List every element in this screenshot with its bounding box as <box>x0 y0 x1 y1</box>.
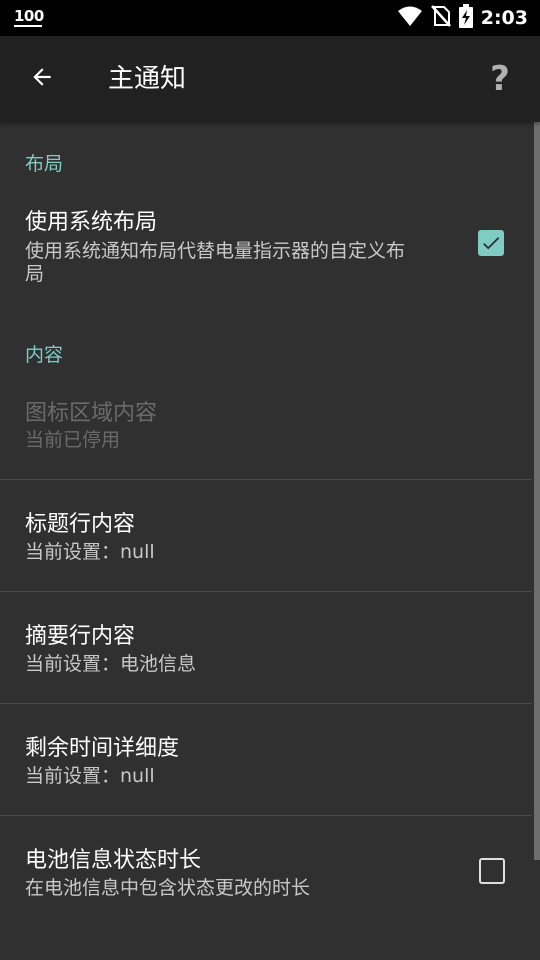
pref-summary: 在电池信息中包含状态更改的时长 <box>25 877 311 899</box>
no-sim-icon <box>430 5 451 31</box>
status-indicator-text: 100 <box>14 7 44 25</box>
wifi-icon <box>397 5 423 31</box>
pref-title: 图标区域内容 <box>25 401 158 426</box>
pref-summary: 当前设置：null <box>25 765 155 787</box>
pref-summary-line-2: 局 <box>25 263 45 285</box>
pref-summary: 当前设置：null <box>25 541 155 563</box>
arrow-back-icon <box>29 64 55 94</box>
pref-title: 使用系统布局 <box>25 210 158 235</box>
pref-summary: 当前设置：电池信息 <box>25 653 197 675</box>
status-indicator-underline <box>14 25 42 27</box>
status-indicator: 100 <box>14 7 44 27</box>
status-icons: 2:03 <box>397 4 528 32</box>
status-time: 2:03 <box>480 7 528 29</box>
help-button[interactable]: ? <box>476 55 524 103</box>
battery-status-duration-checkbox[interactable] <box>479 858 505 884</box>
pref-summary: 当前已停用 <box>25 429 121 451</box>
pref-title: 标题行内容 <box>25 512 136 537</box>
category-layout: 布局 <box>25 153 64 175</box>
pref-use-system-layout[interactable]: 使用系统布局 使用系统通知布局代替电量指示器的自定义布 局 <box>0 200 540 315</box>
pref-battery-status-duration[interactable]: 电池信息状态时长 在电池信息中包含状态更改的时长 <box>0 816 540 927</box>
preferences-list: 布局 使用系统布局 使用系统通知布局代替电量指示器的自定义布 局 内容 图标区域… <box>0 122 540 960</box>
pref-title: 电池信息状态时长 <box>25 848 202 873</box>
help-icon: ? <box>490 59 510 99</box>
battery-charging-icon <box>458 4 473 32</box>
pref-title-line-content[interactable]: 标题行内容 当前设置：null <box>0 480 540 591</box>
checkmark-icon <box>483 237 500 250</box>
pref-icon-area-content: 图标区域内容 当前已停用 <box>0 384 540 479</box>
pref-summary-line-1: 使用系统通知布局代替电量指示器的自定义布 <box>25 240 406 262</box>
pref-summary-line-content[interactable]: 摘要行内容 当前设置：电池信息 <box>0 592 540 703</box>
page-title: 主通知 <box>108 64 187 94</box>
app-bar: 主通知 ? <box>0 36 540 122</box>
back-button[interactable] <box>18 55 66 103</box>
status-bar: 100 2:03 <box>0 0 540 36</box>
scrollbar[interactable] <box>534 122 540 860</box>
pref-title: 摘要行内容 <box>25 624 136 649</box>
category-content: 内容 <box>25 344 64 366</box>
pref-remaining-time-detail[interactable]: 剩余时间详细度 当前设置：null <box>0 704 540 815</box>
use-system-layout-checkbox[interactable] <box>478 230 504 256</box>
pref-title: 剩余时间详细度 <box>25 736 180 761</box>
screen: 100 2:03 主通知 ? 布局 使用系统布局 使用系统通知布局代替电量指示器… <box>0 0 540 960</box>
